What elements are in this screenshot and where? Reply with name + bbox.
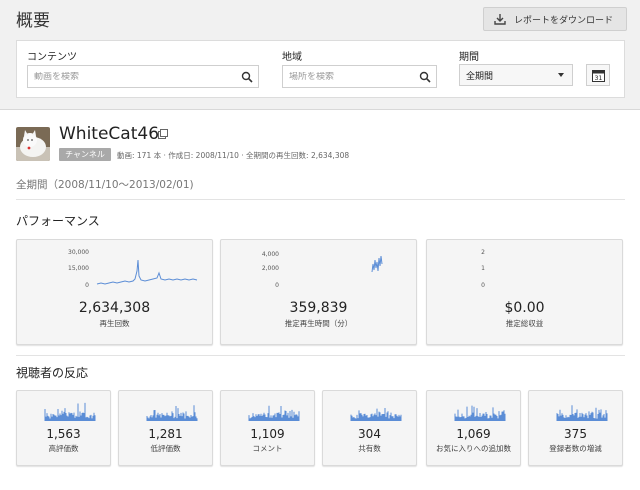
header-bar: 概要 レポートをダウンロード コンテンツ 地域 期間 全期間 (0, 0, 640, 110)
favorites-sparkline (454, 405, 506, 421)
subscribers-card[interactable]: 375 登録者数の増減 (528, 390, 623, 466)
content-label: コンテンツ (27, 52, 77, 63)
subscribers-sparkline (556, 405, 608, 421)
search-icon[interactable] (241, 71, 253, 83)
dislikes-sparkline (146, 405, 198, 421)
period-select[interactable]: 全期間 (459, 64, 573, 86)
external-link-icon[interactable] (158, 129, 168, 139)
favorites-label: お気に入りへの追加数 (436, 444, 511, 453)
channel-meta: 動画: 171 本 · 作成日: 2008/11/10 · 全期間の再生回数: … (117, 151, 350, 160)
period-select-value: 全期間 (466, 71, 494, 82)
chevron-down-icon (558, 73, 564, 77)
revenue-sparkline: 2 1 0 (481, 249, 485, 289)
tick-label: 2,000 (262, 265, 279, 272)
tick-label: 2 (481, 249, 485, 256)
channel-name[interactable]: WhiteCat46 (59, 124, 159, 144)
shares-label: 共有数 (358, 444, 381, 453)
divider (16, 199, 625, 200)
period-label: 期間 (459, 52, 479, 63)
watch-time-sparkline: 4,000 2,000 0 (262, 251, 383, 289)
divider (16, 355, 625, 356)
comments-value: 1,109 (250, 427, 285, 441)
calendar-button[interactable]: 31 (586, 64, 610, 86)
download-report-button[interactable]: レポートをダウンロード (483, 7, 627, 31)
revenue-value: $0.00 (504, 300, 545, 316)
views-value: 2,634,308 (78, 300, 151, 316)
revenue-label: 推定総収益 (505, 319, 544, 328)
dislikes-value: 1,281 (148, 427, 183, 441)
download-report-label: レポートをダウンロード (514, 15, 614, 26)
tick-label: 4,000 (262, 251, 279, 258)
avatar[interactable] (16, 127, 50, 161)
performance-title: パフォーマンス (16, 214, 100, 228)
tick-label: 30,000 (68, 249, 89, 256)
content-search-field[interactable] (27, 65, 259, 88)
likes-value: 1,563 (46, 427, 81, 441)
content-search-input[interactable] (34, 71, 252, 82)
subscribers-value: 375 (564, 427, 587, 441)
tick-label: 0 (85, 282, 89, 289)
subscribers-label: 登録者数の増減 (549, 444, 602, 453)
watch-time-sparkline-line (371, 255, 383, 273)
tick-label: 0 (275, 282, 279, 289)
period-range: 全期間（2008/11/10〜2013/02/01) (16, 179, 194, 191)
likes-sparkline (44, 402, 96, 421)
filter-panel: コンテンツ 地域 期間 全期間 31 (16, 40, 625, 98)
dislikes-label: 低評価数 (150, 444, 181, 453)
favorites-card[interactable]: 1,069 お気に入りへの追加数 (426, 390, 521, 466)
region-search-input[interactable] (289, 71, 430, 82)
tick-label: 1 (481, 265, 485, 272)
comments-card[interactable]: 1,109 コメント (220, 390, 315, 466)
search-icon[interactable] (419, 71, 431, 83)
region-label: 地域 (282, 52, 302, 63)
views-sparkline: 30,000 15,000 0 (68, 249, 198, 289)
region-search-field[interactable] (282, 65, 437, 88)
shares-value: 304 (358, 427, 381, 441)
watch-time-card[interactable]: 4,000 2,000 0 359,839 推定再生時間（分） (220, 239, 417, 345)
likes-label: 高評価数 (48, 444, 79, 453)
watch-time-label: 推定再生時間（分） (284, 319, 353, 328)
dislikes-card[interactable]: 1,281 低評価数 (118, 390, 213, 466)
calendar-day: 31 (594, 75, 602, 82)
views-card[interactable]: 30,000 15,000 0 2,634,308 再生回数 (16, 239, 213, 345)
shares-card[interactable]: 304 共有数 (322, 390, 417, 466)
download-icon (494, 14, 506, 25)
watch-time-value: 359,839 (289, 300, 348, 316)
channel-badge: チャンネル (59, 148, 111, 161)
calendar-icon: 31 (591, 69, 605, 82)
comments-label: コメント (252, 444, 283, 453)
page-title: 概要 (16, 11, 50, 31)
views-sparkline-line (96, 259, 198, 285)
views-label: 再生回数 (99, 319, 130, 328)
revenue-card[interactable]: 2 1 0 $0.00 推定総収益 (426, 239, 623, 345)
likes-card[interactable]: 1,563 高評価数 (16, 390, 111, 466)
tick-label: 0 (481, 282, 485, 289)
tick-label: 15,000 (68, 265, 89, 272)
favorites-value: 1,069 (456, 427, 491, 441)
audience-title: 視聴者の反応 (16, 366, 89, 380)
shares-sparkline (350, 408, 402, 421)
comments-sparkline (248, 405, 300, 421)
